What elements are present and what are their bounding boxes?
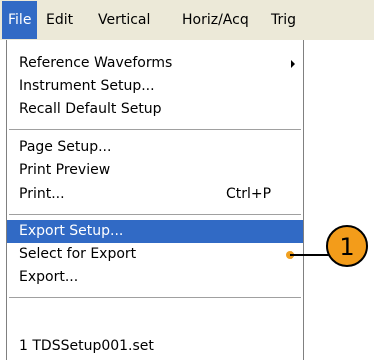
- menu-separator: [9, 297, 301, 299]
- menu-vertical[interactable]: Vertical: [98, 0, 150, 40]
- menu-item-label: Export Setup...: [19, 223, 124, 239]
- menu-bar: File Edit Vertical Horiz/Acq Trig: [0, 0, 374, 40]
- menu-item-export-setup[interactable]: Export Setup...: [7, 220, 303, 243]
- submenu-arrow-icon: [291, 60, 295, 68]
- menu-item-label: Reference Waveforms: [19, 55, 173, 71]
- callout-leader-line: [290, 254, 330, 256]
- menu-item-shortcut: Ctrl+P: [226, 186, 272, 202]
- menu-item-label: Select for Export: [19, 246, 137, 262]
- menu-horiz-acq[interactable]: Horiz/Acq: [182, 0, 249, 40]
- menu-item-export[interactable]: Export...: [7, 266, 303, 289]
- menu-item-recall-default-setup[interactable]: Recall Default Setup: [7, 98, 303, 121]
- menu-item-reference-waveforms[interactable]: Reference Waveforms: [7, 52, 303, 75]
- menu-item-instrument-setup[interactable]: Instrument Setup...: [7, 75, 303, 98]
- menu-file[interactable]: File: [2, 1, 38, 39]
- menu-edit[interactable]: Edit: [46, 0, 73, 40]
- file-dropdown-menu: Reference Waveforms Instrument Setup... …: [6, 40, 304, 360]
- menu-item-select-for-export[interactable]: Select for Export: [7, 243, 303, 266]
- menu-separator: [9, 214, 301, 216]
- menu-item-label: Instrument Setup...: [19, 78, 155, 94]
- callout-number-badge: 1: [326, 225, 368, 267]
- menu-item-label: Page Setup...: [19, 139, 112, 155]
- menu-item-page-setup[interactable]: Page Setup...: [7, 136, 303, 159]
- menu-item-label: Export...: [19, 269, 79, 285]
- menu-trig[interactable]: Trig: [271, 0, 296, 40]
- menu-item-print[interactable]: Print... Ctrl+P: [7, 183, 303, 206]
- menu-item-label: Print Preview: [19, 162, 111, 178]
- menu-item-print-preview[interactable]: Print Preview: [7, 159, 303, 182]
- menu-separator: [9, 129, 301, 131]
- menu-item-label: Recall Default Setup: [19, 101, 162, 117]
- menu-item-label: Print...: [19, 186, 65, 202]
